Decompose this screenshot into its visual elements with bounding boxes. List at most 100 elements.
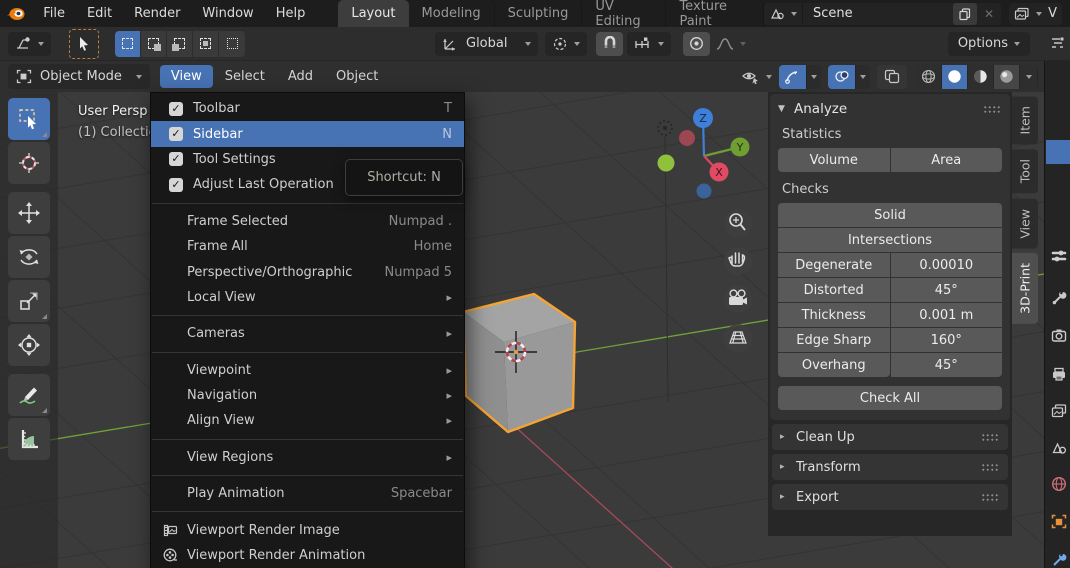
- menu-item-viewpoint[interactable]: Viewpoint▸: [151, 358, 464, 383]
- sidebar-tab-tool[interactable]: Tool: [1012, 149, 1038, 193]
- workspace-tab-modeling[interactable]: Modeling: [409, 0, 495, 27]
- view-layer-selector[interactable]: V: [1009, 3, 1062, 25]
- outliner-selected-row[interactable]: [1046, 140, 1070, 164]
- analyze-panel-header[interactable]: ▼ Analyze: [770, 94, 1010, 123]
- checkbox-checked-icon[interactable]: ✓: [169, 127, 183, 141]
- menu-item-navigation[interactable]: Navigation▸: [151, 383, 464, 408]
- gizmo-axis-neg-y[interactable]: [658, 155, 675, 172]
- tool-cursor[interactable]: [8, 142, 50, 184]
- object-visibility-dropdown[interactable]: [741, 69, 772, 84]
- tool-rotate[interactable]: [8, 236, 50, 278]
- snap-settings-dropdown[interactable]: [627, 32, 671, 56]
- menu-add[interactable]: Add: [277, 65, 324, 88]
- checkbox-checked-icon[interactable]: ✓: [169, 178, 183, 192]
- menu-edit[interactable]: Edit: [76, 0, 123, 27]
- gizmo-axis-neg-x[interactable]: [679, 130, 695, 146]
- volume-button[interactable]: Volume: [778, 148, 890, 172]
- shading-rendered-button[interactable]: [994, 65, 1020, 89]
- menu-render[interactable]: Render: [123, 0, 191, 27]
- transform-panel-header[interactable]: ▸ Transform: [772, 454, 1008, 480]
- shading-material-button[interactable]: [968, 65, 994, 89]
- workspace-tab-sculpting[interactable]: Sculpting: [495, 0, 583, 27]
- tool-scale[interactable]: [8, 280, 50, 322]
- check-overhang-button[interactable]: Overhang: [778, 353, 890, 377]
- checkbox-checked-icon[interactable]: ✓: [169, 102, 183, 116]
- options-dropdown[interactable]: Options: [948, 32, 1030, 56]
- tool-move[interactable]: [8, 192, 50, 234]
- tab-modifiers-icon[interactable]: [1050, 551, 1068, 568]
- sidebar-tab-item[interactable]: Item: [1012, 96, 1038, 144]
- degenerate-value-field[interactable]: 0.00010: [891, 253, 1003, 277]
- menu-item-view-regions[interactable]: View Regions▸: [151, 445, 464, 470]
- tool-measure[interactable]: [8, 418, 50, 460]
- overlays-dropdown[interactable]: [855, 65, 870, 89]
- outliner-filter-button[interactable]: [1044, 36, 1070, 51]
- gizmos-dropdown[interactable]: [806, 65, 821, 89]
- tool-select-box[interactable]: [8, 98, 50, 140]
- thickness-value-field[interactable]: 0.001 m: [891, 303, 1003, 327]
- menu-select[interactable]: Select: [214, 65, 276, 88]
- mode-dropdown[interactable]: Object Mode: [8, 64, 150, 89]
- menu-item-viewport-render-image[interactable]: Viewport Render Image: [151, 517, 464, 542]
- menu-item-align-view[interactable]: Align View▸: [151, 408, 464, 433]
- shading-solid-button[interactable]: [942, 65, 968, 89]
- export-panel-header[interactable]: ▸ Export: [772, 484, 1008, 510]
- snap-toggle[interactable]: [596, 32, 623, 56]
- menu-item-toolbar[interactable]: ✓ ToolbarT: [151, 96, 464, 121]
- check-thickness-button[interactable]: Thickness: [778, 303, 890, 327]
- menu-item-cameras[interactable]: Cameras▸: [151, 321, 464, 346]
- check-edge-sharp-button[interactable]: Edge Sharp: [778, 328, 890, 352]
- new-scene-button[interactable]: [953, 3, 977, 25]
- panel-grip-icon[interactable]: [981, 433, 1000, 441]
- tab-view-layer-icon[interactable]: [1050, 402, 1068, 420]
- shading-dropdown[interactable]: [1020, 65, 1038, 89]
- menu-item-frame-selected[interactable]: Frame SelectedNumpad .: [151, 209, 464, 234]
- tab-output-icon[interactable]: [1050, 365, 1068, 383]
- xray-toggle[interactable]: [877, 65, 907, 89]
- pan-hand-button[interactable]: [724, 247, 752, 275]
- menu-item-frame-all[interactable]: Frame AllHome: [151, 234, 464, 259]
- properties-editor-icon[interactable]: [1050, 247, 1068, 265]
- check-solid-button[interactable]: Solid: [778, 203, 1002, 227]
- editor-type-button[interactable]: [8, 32, 51, 56]
- distorted-value-field[interactable]: 45°: [891, 278, 1003, 302]
- menu-item-play-animation[interactable]: Play AnimationSpacebar: [151, 481, 464, 506]
- panel-grip-icon[interactable]: [981, 493, 1000, 501]
- camera-view-button[interactable]: [724, 285, 752, 313]
- show-overlays-toggle[interactable]: [828, 65, 855, 89]
- menu-item-viewport-render-animation[interactable]: Viewport Render Animation: [151, 543, 464, 568]
- tab-tool-icon[interactable]: [1050, 289, 1068, 307]
- menu-item-sidebar[interactable]: ✓ SidebarN: [151, 121, 464, 146]
- select-mode-subtract[interactable]: [167, 31, 193, 57]
- panel-grip-icon[interactable]: [983, 105, 1002, 113]
- tab-scene-icon[interactable]: [1050, 439, 1068, 457]
- tool-transform[interactable]: [8, 324, 50, 366]
- menu-item-perspective-orthographic[interactable]: Perspective/OrthographicNumpad 5: [151, 259, 464, 284]
- cleanup-panel-header[interactable]: ▸ Clean Up: [772, 424, 1008, 450]
- workspace-tab-uv-editing[interactable]: UV Editing: [582, 0, 666, 27]
- unlink-scene-button[interactable]: ✕: [977, 7, 1001, 21]
- check-distorted-button[interactable]: Distorted: [778, 278, 890, 302]
- checkbox-checked-icon[interactable]: ✓: [169, 152, 183, 166]
- select-mode-extend[interactable]: [141, 31, 167, 57]
- transform-orientation-dropdown[interactable]: Global: [435, 32, 538, 56]
- tab-world-icon[interactable]: [1050, 475, 1068, 493]
- menu-window[interactable]: Window: [191, 0, 264, 27]
- tab-object-icon[interactable]: [1050, 513, 1068, 531]
- proportional-falloff-dropdown[interactable]: [716, 37, 746, 51]
- workspace-tab-layout[interactable]: Layout: [338, 0, 408, 27]
- tab-render-icon[interactable]: [1050, 327, 1068, 345]
- show-gizmos-toggle[interactable]: [779, 65, 806, 89]
- panel-grip-icon[interactable]: [981, 463, 1000, 471]
- active-tool-indicator[interactable]: [69, 29, 99, 59]
- select-mode-new[interactable]: [115, 31, 141, 57]
- scene-name-field[interactable]: Scene: [803, 6, 953, 21]
- overhang-value-field[interactable]: 45°: [891, 353, 1003, 377]
- check-all-button[interactable]: Check All: [778, 386, 1002, 410]
- sidebar-tab-view[interactable]: View: [1012, 199, 1038, 249]
- check-intersections-button[interactable]: Intersections: [778, 228, 1002, 252]
- pivot-point-dropdown[interactable]: [545, 32, 587, 56]
- sidebar-tab-3d-print[interactable]: 3D-Print: [1012, 253, 1038, 324]
- check-degenerate-button[interactable]: Degenerate: [778, 253, 890, 277]
- menu-file[interactable]: File: [32, 0, 76, 27]
